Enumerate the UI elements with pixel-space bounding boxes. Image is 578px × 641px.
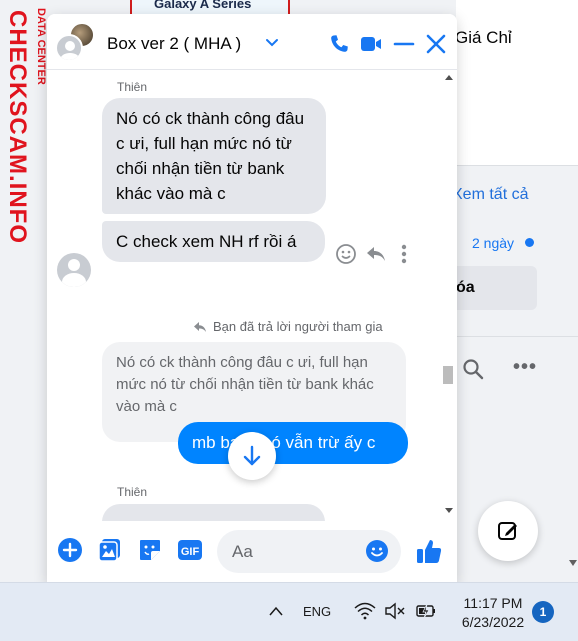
reply-arrow-icon (194, 322, 206, 332)
scroll-to-bottom-button[interactable] (228, 432, 276, 480)
watermark: CHECKSCAM.INFO DATA CENTER (0, 0, 50, 244)
unread-dot (525, 238, 534, 247)
composer: GIF (47, 521, 457, 582)
like-icon[interactable] (415, 537, 443, 565)
photo-icon[interactable] (97, 537, 123, 563)
emoji-icon[interactable] (365, 539, 389, 563)
phone-icon[interactable] (327, 32, 351, 56)
sender-name: Thiên (117, 80, 148, 94)
message-actions (335, 243, 415, 267)
time-ago: 2 ngày (472, 235, 515, 251)
minimize-icon[interactable] (392, 32, 416, 56)
clock-date: 6/23/2022 (461, 614, 525, 630)
compose-icon (498, 522, 517, 540)
more-vertical-icon[interactable] (401, 244, 407, 264)
gif-icon[interactable]: GIF (177, 537, 203, 563)
my-message-bubble[interactable]: mb bank nó vẫn trừ ấy c (178, 422, 408, 464)
chevron-down-icon[interactable] (265, 36, 279, 50)
divider (456, 336, 578, 337)
divider (456, 165, 578, 166)
new-message-button[interactable] (478, 501, 538, 561)
group-avatar[interactable] (55, 22, 99, 66)
clock[interactable]: 11:17 PM 6/23/2022 (454, 594, 532, 632)
message-bubble[interactable] (102, 504, 325, 521)
scroll-down-arrow[interactable] (445, 508, 453, 513)
sticker-icon[interactable] (137, 537, 163, 563)
banner-text: Galaxy A Series (154, 0, 252, 11)
avatar (55, 34, 83, 62)
more-options-icon[interactable]: ••• (513, 356, 537, 379)
right-panel-top (456, 0, 578, 165)
svg-text:GIF: GIF (181, 546, 200, 558)
search-icon[interactable] (462, 358, 484, 380)
scrollbar[interactable] (442, 71, 456, 521)
wifi-icon[interactable] (354, 602, 376, 620)
plus-circle-icon[interactable] (57, 537, 83, 563)
chat-header: Box ver 2 ( MHA ) (47, 14, 457, 70)
message-bubble[interactable]: C check xem NH rf rồi á (102, 221, 325, 262)
scroll-down-arrow[interactable] (569, 560, 577, 566)
banner-ad[interactable]: Galaxy A Series (130, 0, 290, 14)
avatar[interactable] (57, 253, 91, 287)
chat-title[interactable]: Box ver 2 ( MHA ) (107, 34, 241, 54)
video-icon[interactable] (359, 32, 383, 56)
scrollbar-thumb[interactable] (443, 366, 453, 384)
chevron-up-icon[interactable] (268, 605, 284, 617)
notification-badge[interactable]: 1 (532, 601, 554, 623)
watermark-subtext: DATA CENTER (35, 8, 47, 85)
see-all-link[interactable]: Xem tất cả (452, 186, 528, 204)
sender-name: Thiên (117, 485, 148, 499)
scroll-up-arrow[interactable] (445, 75, 453, 80)
close-icon[interactable] (424, 32, 448, 56)
reply-icon[interactable] (365, 245, 387, 263)
watermark-text: CHECKSCAM.INFO (4, 10, 31, 244)
battery-charging-icon[interactable] (414, 602, 438, 620)
language-indicator[interactable]: ENG (303, 604, 331, 619)
taskbar: ENG 11:17 PM 6/23/2022 1 (0, 582, 578, 641)
side-title[interactable]: Giá Chỉ (455, 28, 512, 48)
chat-window: Box ver 2 ( MHA ) Thiên Nó có ck thành c… (47, 14, 457, 582)
clock-time: 11:17 PM (463, 595, 523, 611)
reply-note: Bạn đã trả lời người tham gia (213, 319, 383, 334)
message-bubble[interactable]: Nó có ck thành công đâu c ưi, full hạn m… (102, 98, 326, 214)
arrow-down-icon (243, 445, 261, 466)
react-icon[interactable] (335, 243, 357, 265)
action-button-label: óa (456, 279, 475, 296)
volume-muted-icon[interactable] (384, 602, 406, 620)
message-list[interactable]: Thiên Nó có ck thành công đâu c ưi, full… (47, 71, 457, 521)
